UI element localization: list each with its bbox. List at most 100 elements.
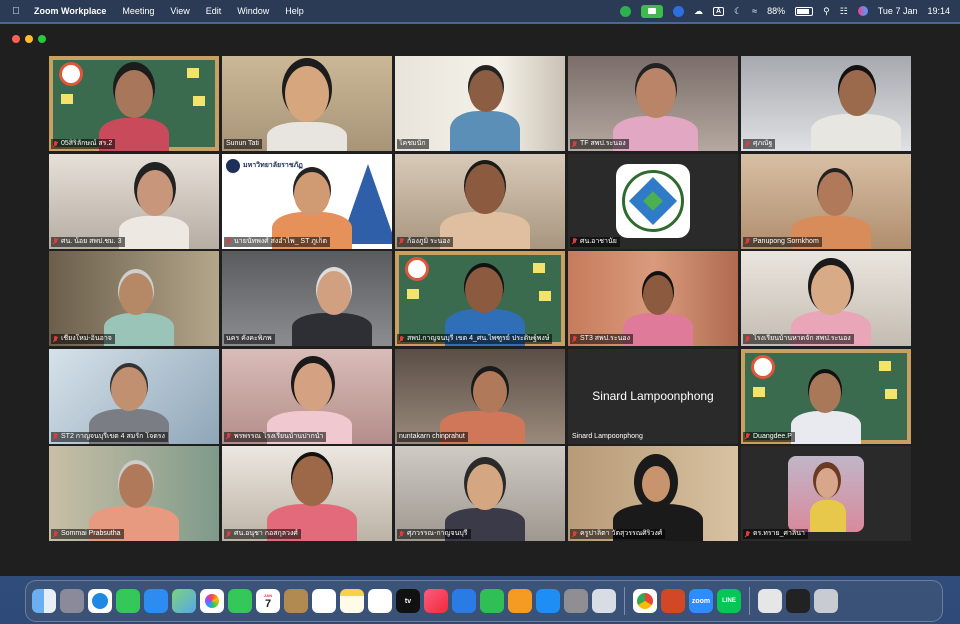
safari-icon[interactable]	[88, 589, 112, 613]
participant-tile[interactable]: ST3 สพป.ระนอง	[568, 251, 738, 346]
appletv-icon[interactable]: tv	[396, 589, 420, 613]
participant-head	[473, 370, 507, 413]
menu-view[interactable]: View	[170, 6, 189, 16]
participant-name: Sommai Prabsutha	[51, 529, 124, 539]
participant-head	[294, 171, 330, 216]
mail-icon[interactable]	[144, 589, 168, 613]
participant-tile[interactable]: ศุภณัฐ	[741, 56, 911, 151]
numbers-icon[interactable]	[480, 589, 504, 613]
participant-head	[809, 372, 841, 413]
participant-tile[interactable]: สพป.กาญจนบุรี เขต 4_ศน.ไพฑูรย์ ประดิษฐ์พ…	[395, 251, 565, 346]
focus-moon-icon[interactable]: ☾	[734, 6, 742, 17]
muted-mic-icon	[572, 530, 577, 538]
battery-icon[interactable]	[795, 6, 814, 16]
appstore-icon[interactable]	[536, 589, 560, 613]
participant-name: Panupong Sornkhom	[743, 236, 822, 247]
participant-head	[465, 163, 505, 214]
notes-icon[interactable]	[340, 589, 364, 613]
line-icon[interactable]: LINE	[717, 589, 741, 613]
participant-tile[interactable]: ครูปาลิตา วัตสุวรรณศิริวงศ์	[568, 446, 738, 541]
muted-mic-icon	[399, 530, 404, 538]
calendar-icon[interactable]: JAN 7	[256, 589, 280, 613]
participant-tile[interactable]: ศน. น้อย สพป.ชม. 3	[49, 153, 219, 249]
camera-status-icon[interactable]	[640, 4, 663, 18]
powerpoint-icon[interactable]	[661, 589, 685, 613]
facetime-icon[interactable]	[228, 589, 252, 613]
menu-edit[interactable]: Edit	[206, 6, 222, 16]
launchpad-icon[interactable]	[60, 589, 84, 613]
music-icon[interactable]	[424, 589, 448, 613]
participant-tile-camera-off[interactable]: Sinard Lampoonphong Sinard Lampoonphong	[568, 348, 738, 444]
app-menu[interactable]: Zoom Workplace	[34, 6, 106, 16]
sticky-note	[885, 388, 897, 399]
line-status-icon[interactable]	[619, 5, 631, 17]
participant-tile-active-speaker[interactable]: Sunun Tati	[222, 56, 392, 151]
sticky-note	[61, 94, 73, 104]
menu-meeting[interactable]: Meeting	[122, 6, 154, 16]
participant-name: ศน. น้อย สพป.ชม. 3	[51, 236, 125, 247]
participant-tile[interactable]: TF สพป.ระนอง	[568, 56, 738, 151]
menu-time[interactable]: 19:14	[927, 6, 950, 16]
freeform-icon[interactable]	[368, 589, 392, 613]
zoom-icon[interactable]: zoom	[689, 589, 713, 613]
participant-name: ก้องภูมิ ระนอง	[397, 236, 453, 247]
participant-tile[interactable]: ดร.ทราย_ศาลินา	[741, 446, 911, 541]
maps-icon[interactable]	[172, 589, 196, 613]
zoom-status-icon[interactable]	[672, 5, 684, 17]
maximize-window-button[interactable]	[38, 35, 46, 43]
settings-icon[interactable]	[564, 589, 588, 613]
finder-icon[interactable]	[32, 589, 56, 613]
participant-tile[interactable]: Sommai Prabsutha	[49, 446, 219, 541]
photos-icon[interactable]	[200, 589, 224, 613]
participant-tile[interactable]: 05สิริลักษณ์ สร.2	[49, 56, 219, 151]
keynote-icon[interactable]	[452, 589, 476, 613]
notes-app-icon[interactable]	[284, 589, 308, 613]
search-icon[interactable]: ⚲	[823, 6, 830, 17]
participant-tile[interactable]: ST2 กาญจนบุรีเขต 4 สมรัก โจตรง	[49, 348, 219, 444]
screenshot-stack-icon[interactable]	[786, 589, 810, 613]
chrome-icon[interactable]	[633, 589, 657, 613]
menu-window[interactable]: Window	[237, 6, 269, 16]
participant-body	[119, 215, 189, 249]
input-source-icon[interactable]: A	[712, 6, 725, 16]
participant-tile[interactable]: ไคชมนัก	[395, 56, 565, 151]
participant-tile[interactable]: ก้องภูมิ ระนอง	[395, 153, 565, 249]
pages-icon[interactable]	[508, 589, 532, 613]
dock-separator	[749, 587, 750, 615]
apple-menu-icon[interactable]: 	[10, 6, 22, 17]
reminders-icon[interactable]	[312, 589, 336, 613]
menu-help[interactable]: Help	[285, 6, 304, 16]
participant-head	[839, 70, 875, 116]
participant-name: โรงเรียนบ้านหาดจัก สพป.ระนอง	[743, 334, 854, 344]
dock-separator	[624, 587, 625, 615]
participant-tile[interactable]: Panupong Sornkhom	[741, 153, 911, 249]
wifi-icon[interactable]: ≈	[752, 6, 757, 16]
participant-tile[interactable]: พรพรรณ โรงเรียนบ้านปากน้ำ	[222, 348, 392, 444]
participant-name: Duangdee.P	[743, 431, 795, 442]
participant-tile[interactable]: nuntakarn chinprahut	[395, 348, 565, 444]
participant-tile[interactable]: ศน.อนุชา กอสกุลวงศ์	[222, 446, 392, 541]
downloads-icon[interactable]	[758, 589, 782, 613]
participant-tile[interactable]: นคร คังคะพิภพ	[222, 251, 392, 346]
menu-date[interactable]: Tue 7 Jan	[878, 6, 918, 16]
participant-tile[interactable]: ศน.อาชานัย	[568, 153, 738, 249]
muted-mic-icon	[572, 335, 577, 343]
university-logo-icon	[226, 158, 240, 173]
siri-icon[interactable]	[857, 6, 868, 16]
participant-head	[285, 66, 329, 122]
control-center-icon[interactable]: ☷	[840, 6, 848, 17]
preview-icon[interactable]	[592, 589, 616, 613]
cloud-status-icon[interactable]: ☁	[694, 6, 703, 17]
participant-name: ST2 กาญจนบุรีเขต 4 สมรัก โจตรง	[51, 431, 168, 442]
participant-tile[interactable]: Duangdee.P	[741, 348, 911, 444]
trash-icon[interactable]	[814, 589, 838, 613]
participant-tile[interactable]: โรงเรียนบ้านหาดจัก สพป.ระนอง	[741, 251, 911, 346]
minimize-window-button[interactable]	[25, 35, 33, 43]
participant-name: ครูปาลิตา วัตสุวรรณศิริวงศ์	[570, 529, 666, 539]
close-window-button[interactable]	[12, 35, 20, 43]
messages-icon[interactable]	[116, 589, 140, 613]
participant-tile[interactable]: เชียงใหม่-อินอาจ	[49, 251, 219, 346]
sticky-note	[533, 263, 545, 273]
participant-tile[interactable]: มหาวิทยาลัยราชภัฏ นายนัทพงศ์ ส่งอำไพ_ ST…	[222, 153, 392, 249]
participant-tile[interactable]: ศุภวรรณ-กาญจนบุรี	[395, 446, 565, 541]
